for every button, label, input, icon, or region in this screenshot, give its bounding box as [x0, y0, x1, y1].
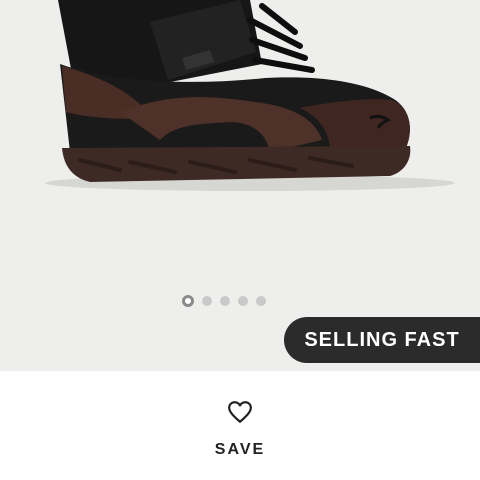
product-page: SELLING FAST SAVE — [0, 0, 480, 480]
badge-label: SELLING FAST — [304, 328, 460, 351]
heart-outline-icon — [228, 401, 252, 423]
carousel-indicator — [182, 295, 266, 307]
carousel-dot[interactable] — [238, 296, 248, 306]
save-button[interactable]: SAVE — [190, 391, 290, 471]
carousel-dot[interactable] — [220, 296, 230, 306]
product-gallery[interactable]: SELLING FAST — [0, 0, 480, 371]
carousel-dot[interactable] — [256, 296, 266, 306]
product-actions: SAVE — [0, 371, 480, 480]
carousel-dot-active[interactable] — [182, 295, 194, 307]
save-label: SAVE — [214, 441, 266, 458]
selling-fast-badge: SELLING FAST — [284, 317, 480, 363]
product-image[interactable] — [0, 0, 480, 371]
carousel-dot[interactable] — [202, 296, 212, 306]
